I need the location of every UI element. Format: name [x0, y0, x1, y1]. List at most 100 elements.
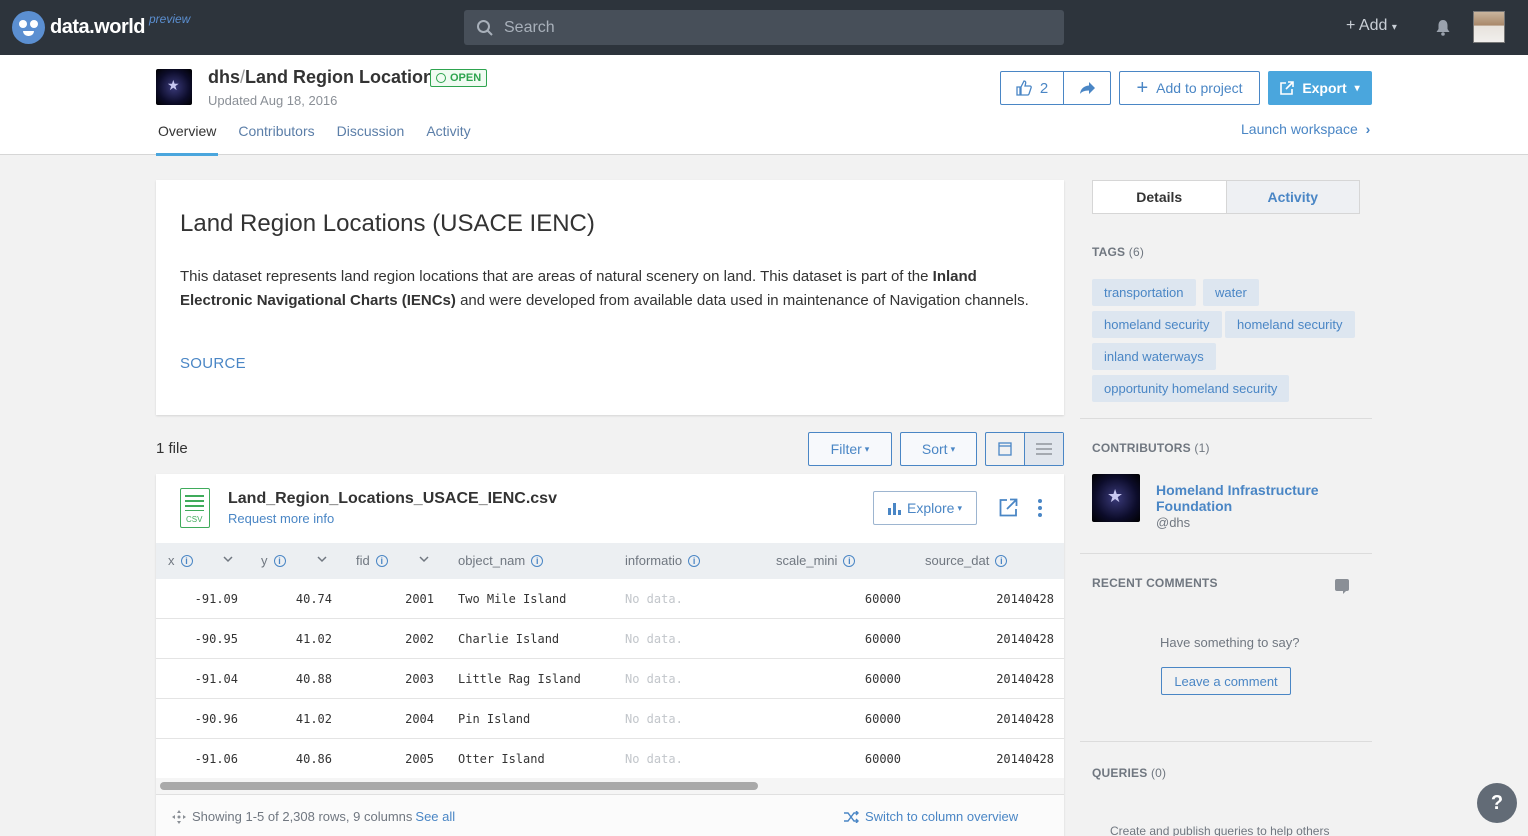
column-header-informatio[interactable]: informatio i: [625, 553, 701, 568]
add-menu-button[interactable]: + Add ▾: [1346, 17, 1397, 35]
tab-details[interactable]: Details: [1093, 181, 1226, 213]
info-icon[interactable]: i: [688, 554, 701, 567]
launch-workspace-link[interactable]: Launch workspace ›: [1241, 121, 1370, 137]
cell-y: 41.02: [295, 712, 332, 726]
cell-informatio: No data.: [625, 632, 683, 646]
column-header-label: fid: [356, 553, 370, 568]
sort-button[interactable]: Sort ▾: [900, 432, 977, 466]
switch-column-overview-link[interactable]: Switch to column overview: [844, 809, 1018, 824]
cell-x: -91.09: [194, 592, 238, 606]
column-header-label: x: [168, 553, 175, 568]
info-icon[interactable]: i: [375, 554, 388, 567]
dataset-owner-link[interactable]: dhs: [208, 67, 240, 87]
cell-x: -90.96: [194, 712, 238, 726]
share-button[interactable]: [1064, 72, 1110, 104]
brand-logo[interactable]: data.world preview: [12, 11, 190, 44]
csv-icon-label: CSV: [186, 515, 203, 524]
tab-activity[interactable]: Activity: [424, 123, 472, 156]
list-view-button[interactable]: [1024, 433, 1063, 465]
info-icon[interactable]: i: [995, 554, 1008, 567]
file-name-link[interactable]: Land_Region_Locations_USACE_IENC.csv: [228, 490, 557, 508]
cell-informatio: No data.: [625, 752, 683, 766]
chevron-down-icon: ▾: [950, 443, 956, 454]
user-avatar[interactable]: [1473, 11, 1505, 43]
column-header-label: object_nam: [458, 553, 526, 568]
cell-x: -91.06: [194, 752, 238, 766]
cell-scale-mini: 60000: [864, 752, 901, 766]
leave-comment-button[interactable]: Leave a comment: [1161, 667, 1291, 695]
dataset-updated: Updated Aug 18, 2016: [208, 93, 338, 108]
description-card: Land Region Locations (USACE IENC) This …: [156, 180, 1064, 415]
cell-object-nam: Charlie Island: [458, 632, 560, 646]
table-row[interactable]: -90.95 41.02 2002 Charlie Island No data…: [156, 619, 1064, 659]
export-button[interactable]: Export ▾: [1268, 71, 1372, 105]
sort-label: Sort: [921, 441, 948, 457]
column-header-fid[interactable]: fid i: [356, 553, 388, 568]
tag-item[interactable]: homeland security: [1225, 311, 1355, 338]
info-icon[interactable]: i: [531, 554, 544, 567]
tab-contributors[interactable]: Contributors: [236, 123, 316, 156]
search-icon: [477, 19, 493, 36]
tab-sidebar-activity[interactable]: Activity: [1225, 181, 1359, 213]
queries-label: QUERIES: [1092, 766, 1148, 780]
chevron-down-icon[interactable]: [317, 555, 327, 563]
contributors-label: CONTRIBUTORS: [1092, 441, 1191, 455]
contributor-handle: @dhs: [1156, 515, 1191, 530]
column-header-label: source_dat: [925, 553, 990, 568]
chevron-down-icon[interactable]: [223, 555, 233, 563]
filter-button[interactable]: Filter ▾: [808, 432, 892, 466]
table-row[interactable]: -91.04 40.88 2003 Little Rag Island No d…: [156, 659, 1064, 699]
open-badge-label: OPEN: [450, 72, 482, 84]
tag-item[interactable]: water: [1203, 279, 1259, 306]
cell-fid: 2002: [405, 632, 434, 646]
card-view-button[interactable]: [986, 433, 1024, 465]
source-link[interactable]: SOURCE: [180, 355, 246, 372]
tags-count: (6): [1128, 245, 1145, 259]
dataset-owner-logo: [156, 69, 192, 105]
table-row[interactable]: -91.09 40.74 2001 Two Mile Island No dat…: [156, 579, 1064, 619]
column-header-object-nam[interactable]: object_nam i: [458, 553, 544, 568]
column-header-y[interactable]: yi: [261, 553, 286, 568]
column-header-scale-mini[interactable]: scale_mini i: [776, 553, 856, 568]
description-text-part1: This dataset represents land region loca…: [180, 268, 933, 285]
cell-scale-mini: 60000: [864, 672, 901, 686]
cell-source-dat: 20140428: [996, 672, 1054, 686]
add-to-project-button[interactable]: + Add to project: [1119, 71, 1260, 105]
horizontal-scrollbar[interactable]: [160, 782, 758, 790]
info-icon[interactable]: i: [180, 554, 193, 567]
plus-icon: +: [1136, 77, 1149, 99]
bell-icon[interactable]: [1435, 19, 1451, 36]
info-icon[interactable]: i: [273, 554, 286, 567]
table-row[interactable]: -90.96 41.02 2004 Pin Island No data. 60…: [156, 699, 1064, 739]
table-row[interactable]: -91.06 40.86 2005 Otter Island No data. …: [156, 739, 1064, 779]
tab-overview[interactable]: Overview: [156, 123, 219, 156]
info-icon[interactable]: i: [843, 554, 856, 567]
search-input[interactable]: Search: [464, 10, 1064, 45]
like-button[interactable]: 2: [1001, 72, 1064, 104]
brand-tag: preview: [149, 12, 191, 26]
dataset-header: dhs/Land Region Locations OPEN Updated A…: [0, 55, 1528, 156]
column-header-source-dat[interactable]: source_dat i: [925, 553, 1008, 568]
see-all-link[interactable]: See all: [415, 809, 455, 824]
tag-item[interactable]: homeland security: [1092, 311, 1222, 338]
more-options-icon[interactable]: [1036, 498, 1044, 518]
chevron-right-icon: ›: [1365, 121, 1371, 137]
contributor-avatar[interactable]: [1092, 474, 1140, 522]
tag-item[interactable]: inland waterways: [1092, 343, 1216, 370]
bar-chart-icon: [888, 502, 901, 515]
request-info-link[interactable]: Request more info: [228, 511, 334, 526]
tag-item[interactable]: transportation: [1092, 279, 1196, 306]
queries-heading: QUERIES (0): [1092, 766, 1166, 780]
chevron-down-icon[interactable]: [419, 555, 429, 563]
help-button[interactable]: ?: [1477, 783, 1517, 823]
explore-button[interactable]: Explore ▾: [873, 491, 977, 525]
contributors-heading: CONTRIBUTORS (1): [1092, 441, 1210, 455]
open-external-icon[interactable]: [999, 498, 1018, 517]
file-footer: Showing 1-5 of 2,308 rows, 9 columns See…: [156, 794, 1064, 836]
tag-item[interactable]: opportunity homeland security: [1092, 375, 1290, 402]
column-header-x[interactable]: xi: [168, 553, 193, 568]
open-license-icon: [436, 73, 446, 83]
tab-discussion[interactable]: Discussion: [335, 123, 407, 156]
contributor-name-link[interactable]: Homeland Infrastructure Foundation: [1156, 482, 1346, 514]
dataset-name: Land Region Locations: [245, 67, 445, 87]
